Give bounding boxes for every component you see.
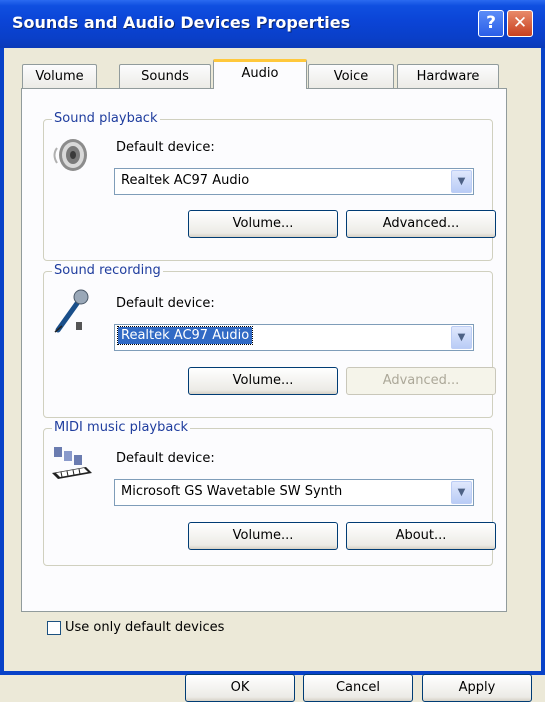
recording-advanced-button[interactable]: Advanced... bbox=[346, 367, 496, 395]
midi-keyboard-icon bbox=[52, 447, 92, 479]
recording-device-select[interactable]: Realtek AC97 Audio ▼ bbox=[114, 324, 474, 351]
recording-volume-button[interactable]: Volume... bbox=[188, 367, 338, 395]
sound-recording-group: Sound recording Default device: Realtek … bbox=[43, 263, 496, 418]
midi-playback-group: MIDI music playback Default device: Micr… bbox=[43, 420, 496, 566]
sound-playback-group: Sound playback Default device: Realtek A… bbox=[43, 111, 496, 261]
recording-device-label: Default device: bbox=[116, 296, 215, 311]
recording-volume-label: Volume... bbox=[232, 373, 294, 388]
ok-button[interactable]: OK bbox=[185, 674, 295, 702]
playback-device-label: Default device: bbox=[116, 140, 215, 155]
playback-device-value: Realtek AC97 Audio bbox=[121, 173, 250, 188]
cancel-button[interactable]: Cancel bbox=[303, 674, 413, 702]
use-default-devices-checkbox[interactable] bbox=[47, 621, 61, 635]
recording-advanced-label: Advanced... bbox=[382, 373, 460, 388]
recording-device-value: Realtek AC97 Audio bbox=[116, 326, 254, 345]
audio-tab-panel: Sound playback Default device: Realtek A… bbox=[21, 88, 507, 612]
help-button[interactable]: ? bbox=[478, 10, 504, 37]
speaker-icon bbox=[53, 139, 87, 171]
use-default-devices-label[interactable]: Use only default devices bbox=[65, 620, 224, 635]
midi-about-button[interactable]: About... bbox=[346, 522, 496, 550]
playback-device-select[interactable]: Realtek AC97 Audio ▼ bbox=[114, 168, 474, 195]
midi-volume-label: Volume... bbox=[232, 528, 294, 543]
playback-advanced-label: Advanced... bbox=[382, 216, 460, 231]
chevron-down-icon[interactable]: ▼ bbox=[451, 481, 472, 504]
sound-playback-legend: Sound playback bbox=[52, 111, 160, 126]
playback-volume-label: Volume... bbox=[232, 216, 294, 231]
chevron-down-icon[interactable]: ▼ bbox=[451, 326, 472, 349]
tab-sounds-label: Sounds bbox=[141, 69, 189, 84]
midi-device-select[interactable]: Microsoft GS Wavetable SW Synth ▼ bbox=[114, 479, 474, 506]
tab-volume[interactable]: Volume bbox=[22, 64, 97, 88]
dialog-window: Sounds and Audio Devices Properties ? ✕ … bbox=[0, 0, 545, 702]
tab-sounds[interactable]: Sounds bbox=[119, 64, 211, 88]
help-icon: ? bbox=[486, 13, 496, 33]
tab-voice[interactable]: Voice bbox=[308, 64, 394, 88]
dialog-client-area: Volume Sounds Audio Voice Hardware Sound… bbox=[4, 48, 541, 702]
tab-voice-label: Voice bbox=[333, 69, 369, 84]
midi-device-value: Microsoft GS Wavetable SW Synth bbox=[121, 484, 343, 499]
midi-volume-button[interactable]: Volume... bbox=[188, 522, 338, 550]
midi-playback-legend: MIDI music playback bbox=[52, 420, 191, 435]
apply-label: Apply bbox=[458, 680, 496, 695]
playback-volume-button[interactable]: Volume... bbox=[188, 210, 338, 238]
microphone-icon bbox=[54, 289, 89, 333]
close-button[interactable]: ✕ bbox=[507, 10, 533, 37]
tab-audio[interactable]: Audio bbox=[213, 59, 307, 89]
midi-device-label: Default device: bbox=[116, 451, 215, 466]
playback-advanced-button[interactable]: Advanced... bbox=[346, 210, 496, 238]
apply-button[interactable]: Apply bbox=[422, 674, 532, 702]
cancel-label: Cancel bbox=[335, 680, 381, 695]
chevron-down-icon[interactable]: ▼ bbox=[451, 170, 472, 193]
window-title: Sounds and Audio Devices Properties bbox=[12, 13, 351, 32]
close-icon: ✕ bbox=[512, 13, 528, 33]
title-bar[interactable]: Sounds and Audio Devices Properties ? ✕ bbox=[0, 0, 545, 48]
midi-about-label: About... bbox=[395, 528, 447, 543]
ok-label: OK bbox=[230, 680, 250, 695]
tab-hardware[interactable]: Hardware bbox=[397, 64, 499, 88]
tab-audio-label: Audio bbox=[241, 66, 279, 81]
tab-volume-label: Volume bbox=[35, 69, 84, 84]
tab-hardware-label: Hardware bbox=[416, 69, 480, 84]
sound-recording-legend: Sound recording bbox=[52, 263, 163, 278]
